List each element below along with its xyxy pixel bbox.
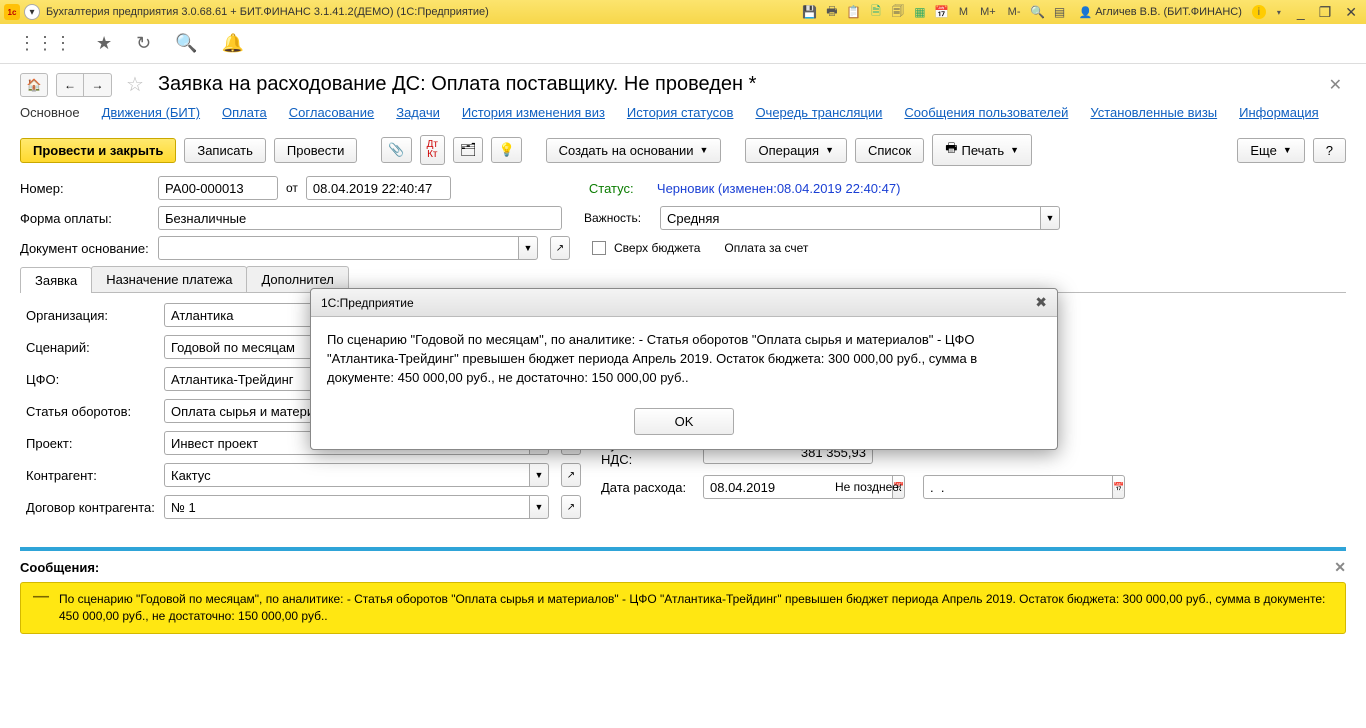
modal-close-button[interactable]: ✖ <box>1035 294 1047 311</box>
modal-overlay: 1С:Предприятие ✖ По сценарию "Годовой по… <box>0 0 1366 728</box>
modal-titlebar: 1С:Предприятие ✖ <box>311 289 1057 317</box>
modal-footer: OK <box>311 402 1057 449</box>
modal-body: По сценарию "Годовой по месяцам", по ана… <box>311 317 1057 402</box>
modal-title: 1С:Предприятие <box>321 296 414 310</box>
modal-ok-button[interactable]: OK <box>634 408 735 435</box>
modal-dialog: 1С:Предприятие ✖ По сценарию "Годовой по… <box>310 288 1058 450</box>
